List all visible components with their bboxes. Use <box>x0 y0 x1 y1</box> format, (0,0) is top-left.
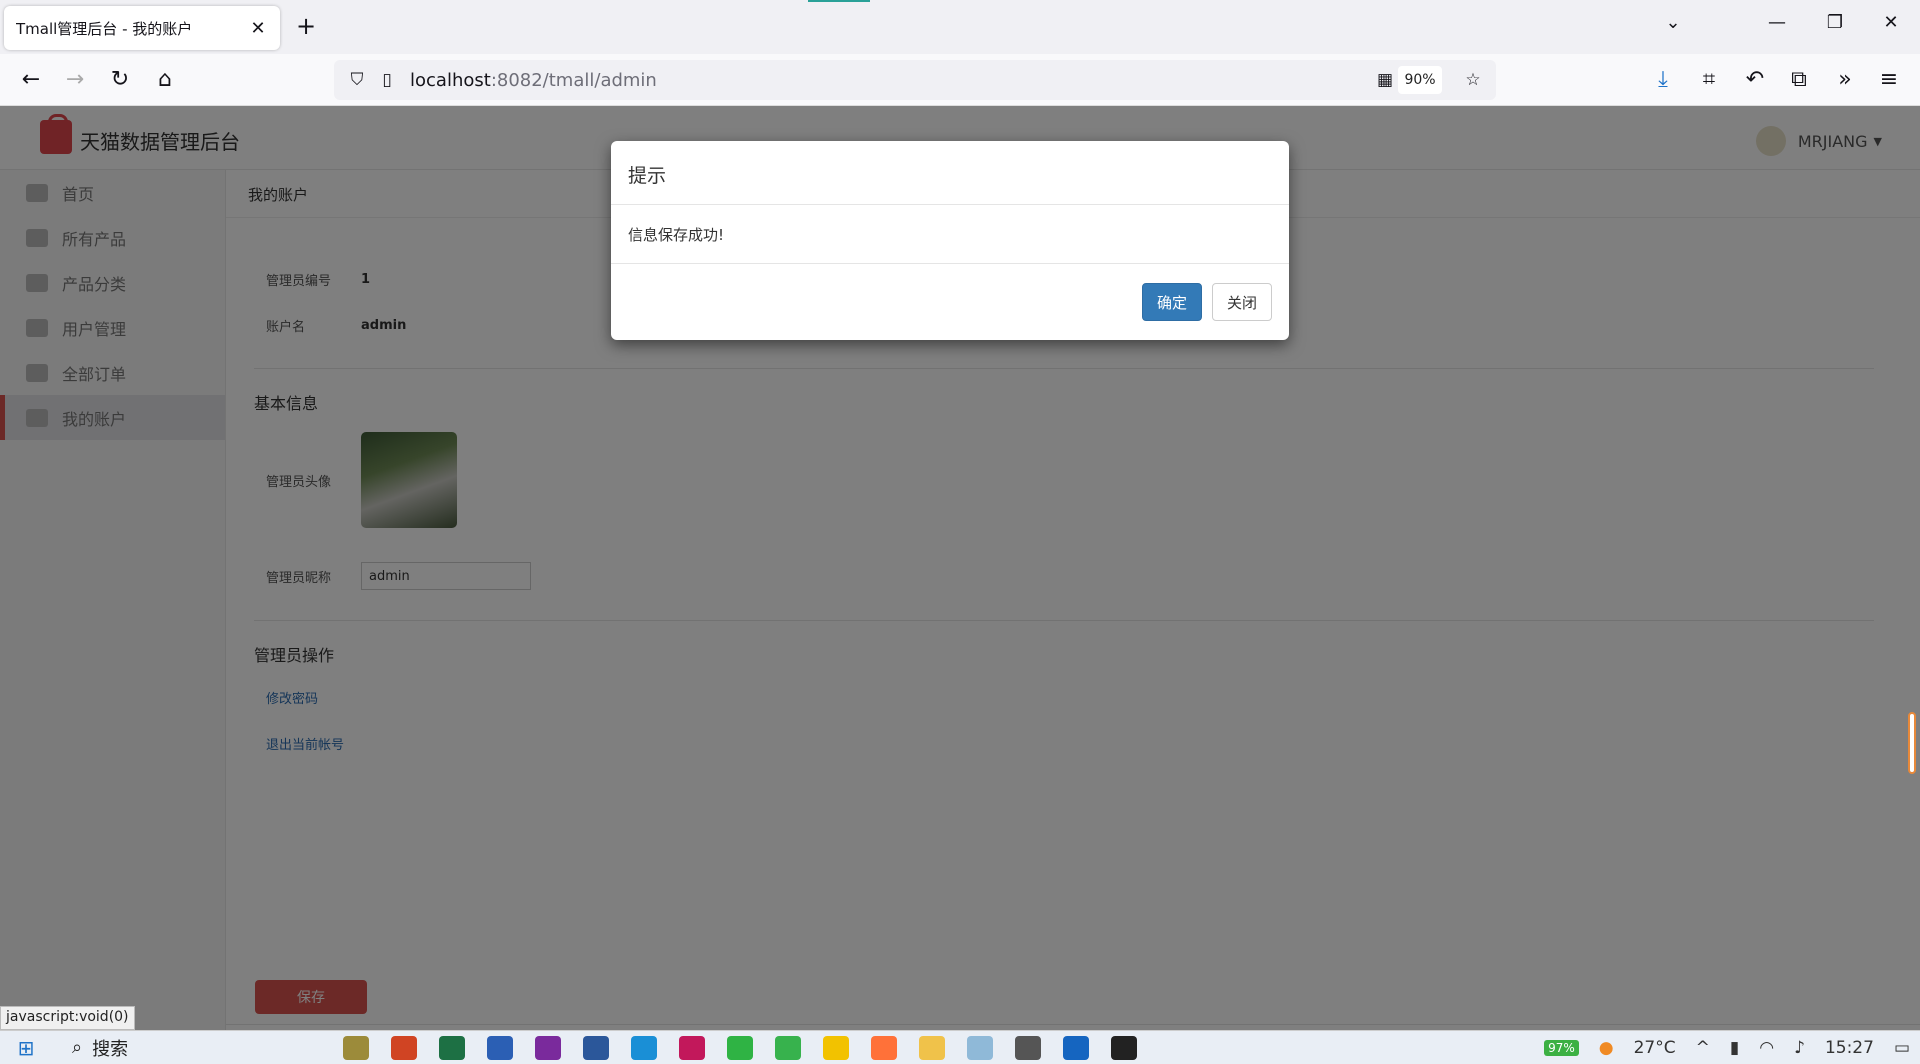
download-icon[interactable]: ⤓ <box>1648 66 1678 94</box>
app-icon[interactable] <box>775 1035 801 1060</box>
qr-code-icon[interactable]: ▦ <box>1372 67 1398 93</box>
tab-list-icon[interactable]: ⌄ <box>1658 12 1688 33</box>
dialog-message: 信息保存成功! <box>611 205 1289 264</box>
taskbar-search[interactable]: ⌕ 搜索 <box>52 1035 332 1061</box>
reload-icon[interactable]: ↻ <box>105 66 135 94</box>
zoom-badge[interactable]: 90% <box>1398 66 1442 94</box>
weather-temp[interactable]: 27°C <box>1634 1038 1676 1058</box>
edge-icon[interactable] <box>631 1035 657 1060</box>
browser-nav-bar: ← → ↻ ⌂ ⛉ ▯ localhost:8082/tmall/admin ▦… <box>0 54 1920 106</box>
weather-icon[interactable]: ● <box>1599 1038 1614 1058</box>
media-player-icon[interactable] <box>1063 1035 1089 1060</box>
alert-dialog: 提示 信息保存成功! 确定 关闭 <box>611 141 1289 340</box>
powerpoint-icon[interactable] <box>391 1035 417 1060</box>
battery-indicator[interactable]: 97% <box>1544 1040 1579 1056</box>
browser-tab[interactable]: Tmall管理后台 - 我的账户 ✕ <box>4 6 280 50</box>
windows-taskbar: ⊞ ⌕ 搜索 97% ● 27°C ^ ▮ ◠ ♪ 15:27 ▭ <box>0 1030 1920 1064</box>
close-window-icon[interactable]: ✕ <box>1876 12 1906 33</box>
new-tab-icon[interactable]: + <box>292 12 320 40</box>
tab-close-icon[interactable]: ✕ <box>248 18 268 39</box>
home-icon[interactable]: ⌂ <box>150 66 180 94</box>
word-icon[interactable] <box>583 1035 609 1060</box>
intellij-icon[interactable] <box>679 1035 705 1060</box>
bookmark-star-icon[interactable]: ☆ <box>1460 67 1486 93</box>
page-icon: ▯ <box>382 70 392 90</box>
file-explorer-icon[interactable] <box>919 1035 945 1060</box>
more-tools-icon[interactable]: » <box>1830 66 1860 94</box>
confirm-button[interactable]: 确定 <box>1141 283 1202 321</box>
qq-icon[interactable] <box>1111 1035 1137 1060</box>
restore-icon[interactable]: ❐ <box>1820 12 1850 33</box>
screenshot-icon[interactable]: ⌗ <box>1694 66 1724 94</box>
dialog-footer: 确定 关闭 <box>611 264 1289 340</box>
visio-icon[interactable] <box>487 1035 513 1060</box>
web-page: 天猫数据管理后台 MRJIANG ▼ 首页 所有产品 产品分类 用户管理 全部订… <box>0 106 1920 1030</box>
settings-icon[interactable] <box>1015 1035 1041 1060</box>
app-icon[interactable] <box>823 1035 849 1060</box>
windows-start-icon[interactable]: ⊞ <box>0 1036 52 1060</box>
undo-icon[interactable]: ↶ <box>1740 66 1770 94</box>
back-icon[interactable]: ← <box>16 66 46 94</box>
dialog-title: 提示 <box>611 141 1289 205</box>
clock-time[interactable]: 15:27 <box>1825 1038 1874 1058</box>
excel-icon[interactable] <box>439 1035 465 1060</box>
onenote-icon[interactable] <box>535 1035 561 1060</box>
search-icon: ⌕ <box>72 1037 83 1058</box>
firefox-icon[interactable] <box>871 1035 897 1060</box>
extensions-icon[interactable]: ⧉ <box>1784 66 1814 94</box>
status-link-preview: javascript:void(0) <box>0 1006 135 1030</box>
app-icon[interactable] <box>967 1035 993 1060</box>
browser-tab-bar: Tmall管理后台 - 我的账户 ✕ + ⌄ — ❐ ✕ <box>0 0 1920 54</box>
microphone-icon[interactable]: ▮ <box>1730 1038 1739 1058</box>
scrollbar-thumb[interactable] <box>1908 712 1916 774</box>
wechat-icon[interactable] <box>727 1035 753 1060</box>
system-tray: 97% ● 27°C ^ ▮ ◠ ♪ 15:27 ▭ <box>1534 1031 1920 1064</box>
tab-title: Tmall管理后台 - 我的账户 <box>16 19 193 38</box>
shield-icon[interactable]: ⛉ <box>344 67 370 93</box>
taskview-icon[interactable] <box>343 1035 369 1060</box>
url-path: :8082/tmall/admin <box>490 69 657 91</box>
close-button[interactable]: 关闭 <box>1211 283 1272 321</box>
notification-icon[interactable]: ▭ <box>1894 1038 1910 1058</box>
minimize-icon[interactable]: — <box>1762 12 1792 33</box>
tray-expand-icon[interactable]: ^ <box>1696 1038 1710 1058</box>
volume-icon[interactable]: ♪ <box>1794 1038 1805 1058</box>
url-bar[interactable]: ⛉ ▯ localhost:8082/tmall/admin ▦ 90% ☆ <box>334 60 1496 100</box>
url-text[interactable]: localhost:8082/tmall/admin <box>410 70 1362 91</box>
url-host: localhost <box>410 69 491 91</box>
forward-icon[interactable]: → <box>60 66 90 94</box>
wifi-icon[interactable]: ◠ <box>1759 1038 1774 1058</box>
taskbar-search-label: 搜索 <box>92 1038 129 1060</box>
menu-icon[interactable]: ≡ <box>1874 66 1904 94</box>
tab-loading-accent <box>808 0 870 2</box>
